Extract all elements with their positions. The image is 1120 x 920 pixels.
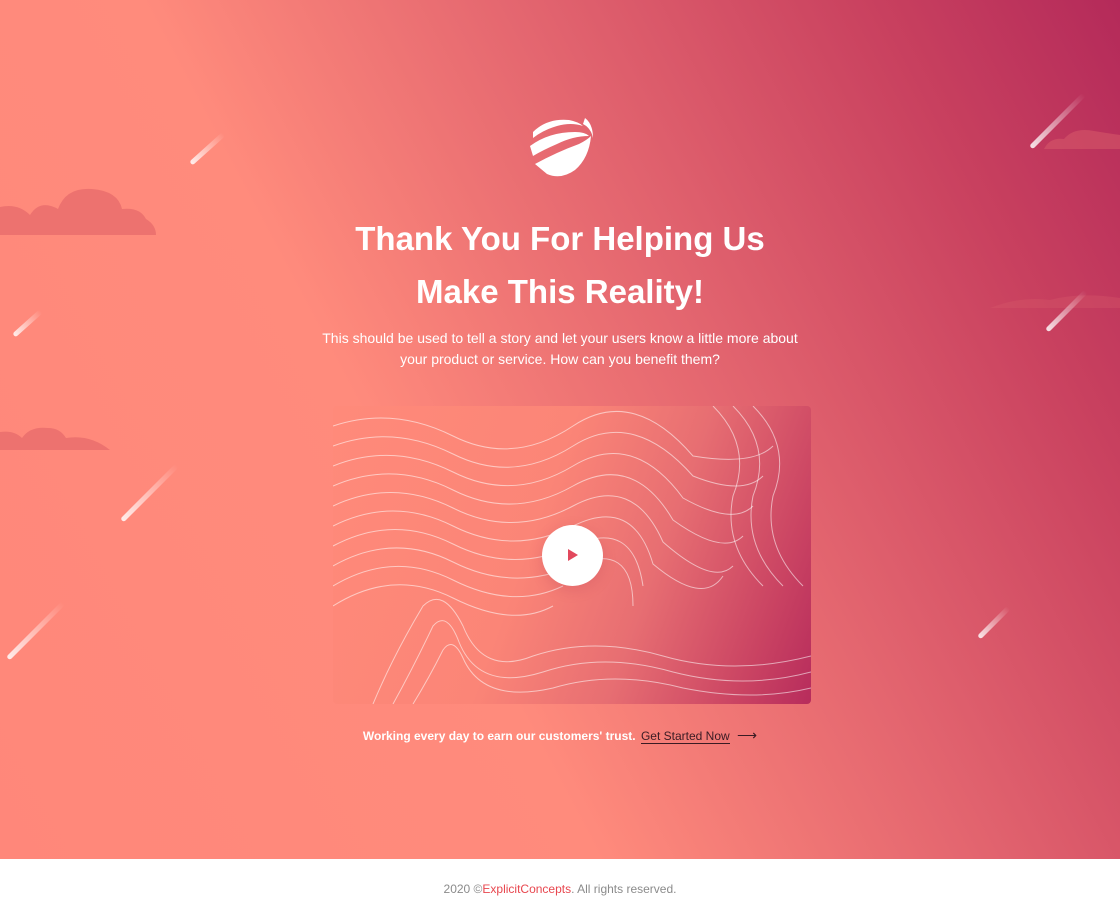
footer-brand-link[interactable]: ExplicitConcepts <box>482 882 571 896</box>
hero-section: Thank You For Helping Us Make This Reali… <box>0 0 1120 859</box>
page-title-line-2: Make This Reality! <box>416 273 704 310</box>
footer-copyright: 2020 © <box>443 882 483 896</box>
get-started-link[interactable]: Get Started Now <box>640 729 730 744</box>
streak-decoration <box>189 132 226 166</box>
streak-decoration <box>977 606 1011 640</box>
footer-rights: . All rights reserved. <box>571 882 677 896</box>
cloud-decoration-left-bottom <box>0 427 110 450</box>
play-button[interactable] <box>542 525 603 586</box>
subtitle-line-1: This should be used to tell a story and … <box>322 330 798 346</box>
video-player[interactable] <box>333 406 811 704</box>
streak-decoration <box>6 601 65 661</box>
page-title-line-1: Thank You For Helping Us <box>355 220 765 257</box>
trust-statement: Working every day to earn our customers'… <box>0 725 1120 746</box>
trust-text: Working every day to earn our customers'… <box>362 729 636 743</box>
streak-decoration <box>120 463 179 523</box>
globe-swoosh-icon <box>530 118 593 177</box>
play-icon <box>568 549 578 561</box>
arrow-right-icon[interactable]: ⟶ <box>737 725 757 745</box>
page-subtitle: This should be used to tell a story and … <box>320 328 800 370</box>
footer: 2020 ©ExplicitConcepts. All rights reser… <box>0 859 1120 920</box>
subtitle-line-2: your product or service. How can you ben… <box>400 351 720 367</box>
